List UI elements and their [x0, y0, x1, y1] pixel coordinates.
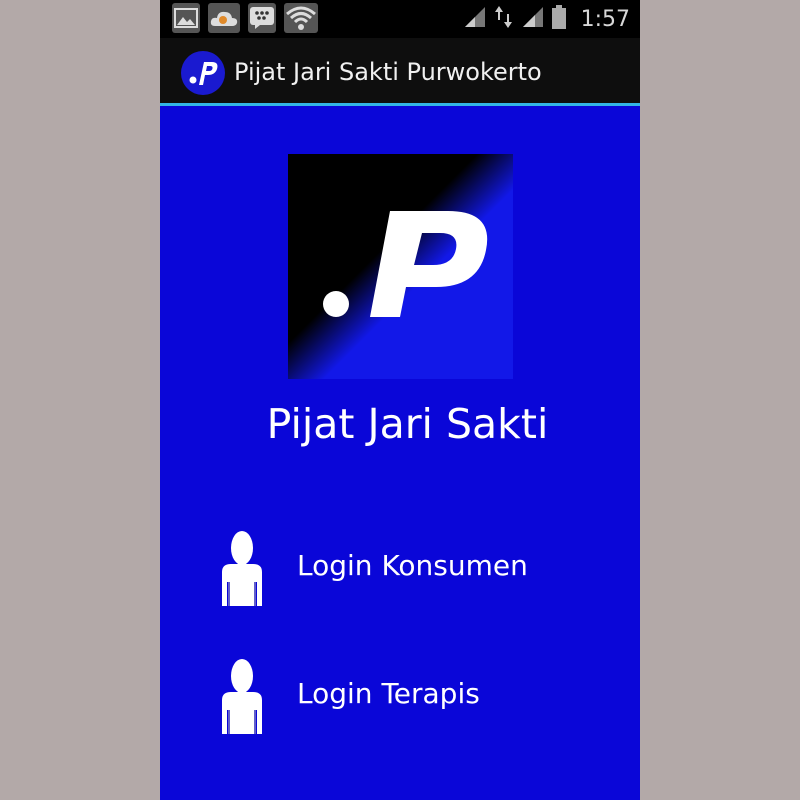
action-bar-title: Pijat Jari Sakti Purwokerto [234, 58, 542, 86]
cloud-icon [208, 3, 240, 33]
login-terapis-label: Login Terapis [297, 677, 480, 710]
bbm-icon [248, 3, 276, 33]
gallery-icon [172, 3, 200, 33]
login-konsumen-label: Login Konsumen [297, 549, 528, 582]
login-konsumen-button[interactable]: Login Konsumen [215, 528, 615, 608]
login-terapis-button[interactable]: Login Terapis [215, 656, 615, 736]
signal-icon [463, 5, 487, 33]
data-transfer-icon [493, 4, 515, 34]
person-icon [219, 528, 265, 606]
action-bar: Pijat Jari Sakti Purwokerto [160, 38, 640, 106]
app-name-heading: Pijat Jari Sakti [266, 400, 549, 448]
wifi-icon [284, 3, 318, 33]
phone-screen: 1:57 Pijat Jari Sakti Purwokerto Pijat J… [160, 0, 640, 800]
signal-icon [521, 5, 545, 33]
battery-icon [551, 4, 567, 34]
main-logo [288, 154, 513, 379]
person-icon [219, 656, 265, 734]
clock: 1:57 [580, 6, 630, 32]
app-logo-icon[interactable] [180, 50, 226, 96]
status-bar: 1:57 [160, 0, 640, 38]
